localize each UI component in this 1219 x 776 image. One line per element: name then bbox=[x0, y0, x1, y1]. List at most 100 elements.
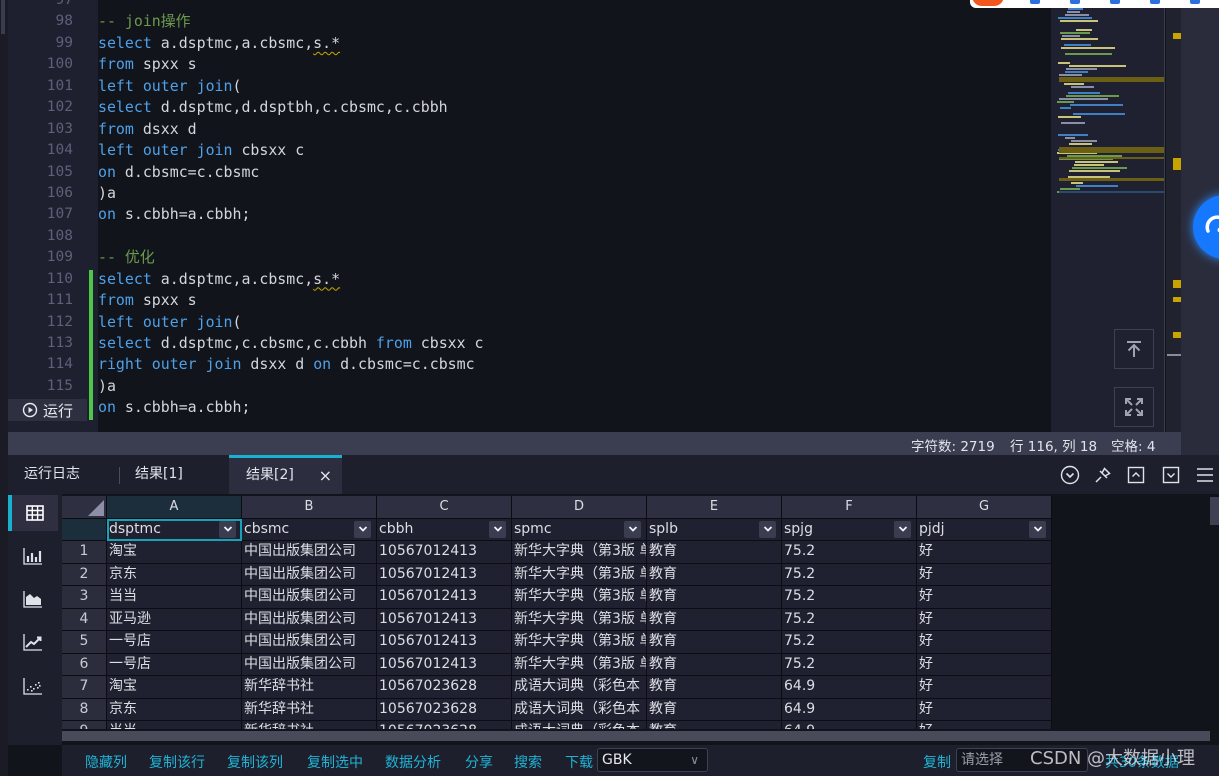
table-cell[interactable]: 64.9 bbox=[782, 721, 917, 729]
column-letter-header[interactable]: G bbox=[917, 496, 1052, 519]
area-chart-view-button[interactable] bbox=[8, 581, 58, 617]
table-cell[interactable]: 10567012413 bbox=[377, 541, 512, 564]
table-cell[interactable]: 教育 bbox=[647, 631, 782, 654]
horizontal-scrollbar[interactable] bbox=[62, 731, 1210, 741]
code-lines[interactable]: 97 98 -- join操作 99 select a.dsptmc,a.cbsmc,s… bbox=[8, 0, 1051, 419]
column-letter-header[interactable]: C bbox=[377, 496, 512, 519]
column-filter-cell[interactable]: splb bbox=[647, 518, 782, 541]
table-cell[interactable]: 75.2 bbox=[782, 541, 917, 564]
table-row[interactable]: 4 亚马逊 中国出版集团公司 10567012413 新华大字典（第3版 单教育 75.2… bbox=[62, 608, 1052, 631]
table-cell[interactable]: 新华辞书社 bbox=[242, 676, 377, 699]
footer-action-link[interactable]: 隐藏列 bbox=[85, 752, 127, 772]
table-cell[interactable]: 75.2 bbox=[782, 608, 917, 631]
code-line[interactable]: 103 from dsxx d bbox=[8, 119, 1051, 140]
table-cell[interactable]: 教育 bbox=[647, 586, 782, 609]
table-cell[interactable]: 中国出版集团公司 bbox=[242, 586, 377, 609]
table-cell[interactable]: 淘宝 bbox=[107, 676, 242, 699]
table-row[interactable]: 3 当当 中国出版集团公司 10567012413 新华大字典（第3版 单教育 75.2 好 bbox=[62, 586, 1052, 609]
table-cell[interactable]: 中国出版集团公司 bbox=[242, 608, 377, 631]
column-filter-cell[interactable]: spmc bbox=[512, 518, 647, 541]
pin-icon[interactable] bbox=[1092, 464, 1114, 486]
table-cell[interactable]: 75.2 bbox=[782, 586, 917, 609]
footer-action-link[interactable]: 数据分析 bbox=[385, 752, 441, 772]
code-line[interactable]: 113 select d.dsptmc,c.cbsmc,c.cbbh from c… bbox=[8, 333, 1051, 354]
table-cell[interactable]: 10567023628 bbox=[377, 721, 512, 729]
table-cell[interactable]: 淘宝 bbox=[107, 541, 242, 564]
table-cell[interactable]: 一号店 bbox=[107, 653, 242, 676]
table-cell[interactable]: 教育 bbox=[647, 676, 782, 699]
footer-action-link[interactable]: 分享 bbox=[465, 752, 493, 772]
column-filter-cell[interactable]: spjg bbox=[782, 518, 917, 541]
table-cell[interactable]: 中国出版集团公司 bbox=[242, 631, 377, 654]
table-row[interactable]: 1 淘宝 中国出版集团公司 10567012413 新华大字典（第3版 单教育 75.2 好 bbox=[62, 541, 1052, 564]
footer-action-link[interactable]: 搜索 bbox=[514, 752, 542, 772]
table-cell[interactable]: 京东 bbox=[107, 698, 242, 721]
result-grid[interactable]: A B C D E F Gdsptmc cbsmc cbbh spmc splb spjg pjdj 1 淘… bbox=[62, 496, 1052, 729]
table-cell[interactable]: 75.2 bbox=[782, 631, 917, 654]
table-cell[interactable]: 新华大字典（第3版 单 bbox=[512, 631, 647, 654]
row-number[interactable]: 6 bbox=[62, 653, 107, 676]
column-letter-header[interactable]: F bbox=[782, 496, 917, 519]
table-cell[interactable]: 10567023628 bbox=[377, 676, 512, 699]
table-cell[interactable]: 新华大字典（第3版 单 bbox=[512, 563, 647, 586]
table-cell[interactable]: 新华大字典（第3版 单 bbox=[512, 541, 647, 564]
table-cell[interactable]: 新华大字典（第3版 单 bbox=[512, 586, 647, 609]
footer-action-link[interactable]: 复制该列 bbox=[227, 752, 283, 772]
menu-icon[interactable] bbox=[1194, 464, 1216, 486]
table-cell[interactable]: 10567023628 bbox=[377, 698, 512, 721]
filter-dropdown-button[interactable] bbox=[489, 520, 506, 538]
table-cell[interactable]: 10567012413 bbox=[377, 631, 512, 654]
table-cell[interactable]: 64.9 bbox=[782, 698, 917, 721]
table-cell[interactable]: 好 bbox=[917, 653, 1052, 676]
table-cell[interactable]: 64.9 bbox=[782, 676, 917, 699]
table-cell[interactable]: 成语大词典（彩色本 bbox=[512, 721, 647, 729]
code-line[interactable]: 98 -- join操作 bbox=[8, 11, 1051, 32]
edge-scroll-thumb[interactable] bbox=[1, 0, 5, 34]
filter-dropdown-button[interactable] bbox=[219, 520, 236, 538]
column-letter-header[interactable]: A bbox=[107, 496, 242, 519]
row-count-link[interactable]: 共30条数据 bbox=[1105, 752, 1179, 772]
table-cell[interactable]: 10567012413 bbox=[377, 608, 512, 631]
chevron-circle-down-icon[interactable] bbox=[1059, 464, 1081, 486]
table-cell[interactable]: 教育 bbox=[647, 698, 782, 721]
toolbar-icon[interactable] bbox=[1070, 0, 1080, 4]
copy-link[interactable]: 复制 bbox=[923, 752, 951, 772]
table-cell[interactable]: 成语大词典（彩色本 bbox=[512, 676, 647, 699]
column-filter-cell[interactable]: cbsmc bbox=[242, 518, 377, 541]
footer-action-link[interactable]: 复制选中 bbox=[307, 752, 363, 772]
editor-overview-ruler[interactable] bbox=[1166, 0, 1181, 432]
table-view-button[interactable] bbox=[8, 495, 58, 531]
toolbar-icon[interactable] bbox=[1150, 0, 1160, 4]
toolbar-icon[interactable] bbox=[1030, 0, 1040, 4]
table-cell[interactable]: 新华大字典（第3版 单 bbox=[512, 608, 647, 631]
table-cell[interactable]: 中国出版集团公司 bbox=[242, 563, 377, 586]
code-line[interactable]: 97 bbox=[8, 0, 1051, 11]
table-row[interactable]: 6 一号店 中国出版集团公司 10567012413 新华大字典（第3版 单教育 75.2… bbox=[62, 653, 1052, 676]
table-cell[interactable]: 中国出版集团公司 bbox=[242, 653, 377, 676]
copy-format-select[interactable]: 请选择 bbox=[956, 748, 1088, 772]
row-number[interactable]: 9 bbox=[62, 721, 107, 729]
column-filter-cell[interactable]: cbbh bbox=[377, 518, 512, 541]
table-cell[interactable]: 10567012413 bbox=[377, 586, 512, 609]
select-all-corner[interactable] bbox=[62, 496, 107, 519]
line-chart-view-button[interactable] bbox=[8, 624, 58, 660]
table-cell[interactable]: 教育 bbox=[647, 541, 782, 564]
column-letter-header[interactable]: B bbox=[242, 496, 377, 519]
table-cell[interactable]: 一号店 bbox=[107, 631, 242, 654]
code-line[interactable]: on s.cbbh=a.cbbh; bbox=[8, 397, 1051, 418]
fullscreen-button[interactable] bbox=[1114, 387, 1154, 427]
table-cell[interactable]: 教育 bbox=[647, 563, 782, 586]
table-cell[interactable]: 亚马逊 bbox=[107, 608, 242, 631]
code-line[interactable]: 115)a bbox=[8, 376, 1051, 397]
footer-action-link[interactable]: 复制该行 bbox=[149, 752, 205, 772]
table-cell[interactable]: 10567012413 bbox=[377, 563, 512, 586]
table-cell[interactable]: 10567012413 bbox=[377, 653, 512, 676]
toolbar-icon[interactable] bbox=[1110, 0, 1120, 4]
table-cell[interactable]: 75.2 bbox=[782, 563, 917, 586]
table-row[interactable]: 5 一号店 中国出版集团公司 10567012413 新华大字典（第3版 单教育 75.2… bbox=[62, 631, 1052, 654]
scatter-chart-view-button[interactable] bbox=[8, 668, 58, 704]
row-number[interactable]: 4 bbox=[62, 608, 107, 631]
table-cell[interactable]: 好 bbox=[917, 698, 1052, 721]
code-line[interactable]: 107 on s.cbbh=a.cbbh; bbox=[8, 204, 1051, 225]
table-cell[interactable]: 好 bbox=[917, 586, 1052, 609]
